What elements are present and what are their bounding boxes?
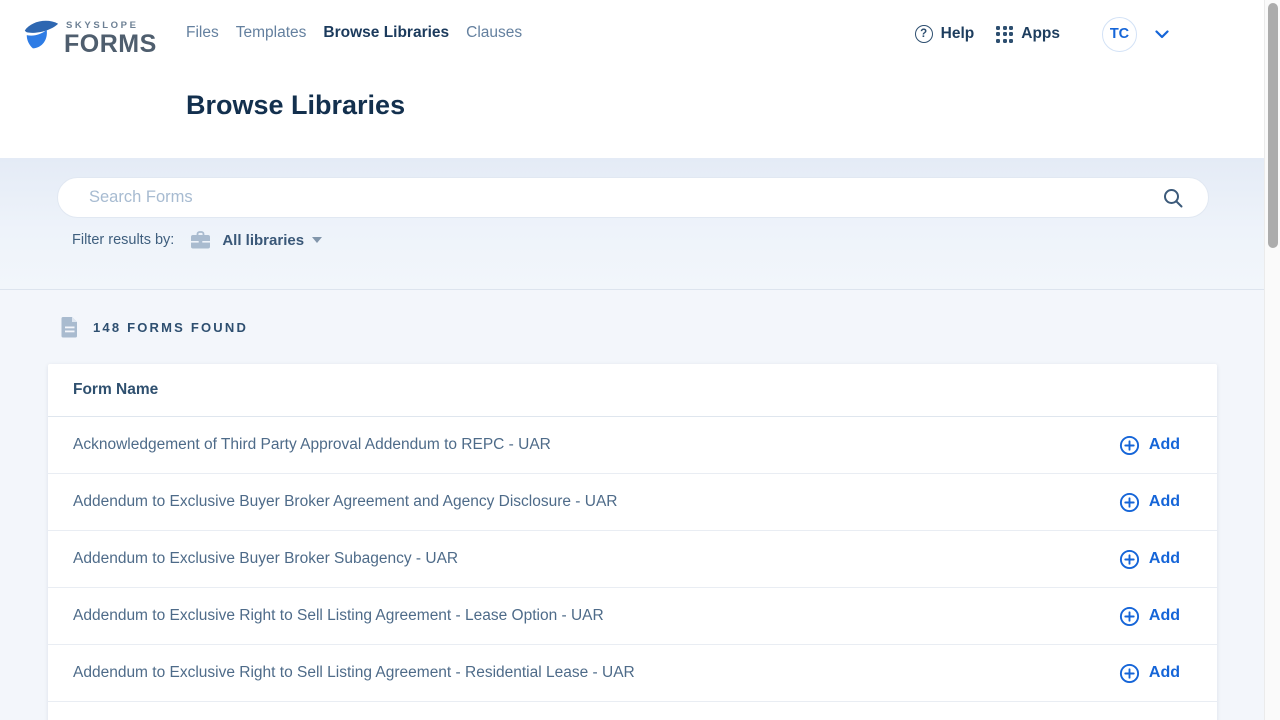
library-filter-dropdown[interactable]: All libraries [222, 232, 304, 249]
apps-button[interactable]: Apps [974, 25, 1060, 43]
page-title: Browse Libraries [186, 90, 405, 121]
form-name: Addendum to Exclusive Buyer Broker Agree… [73, 493, 617, 511]
add-form-button[interactable]: Add [1119, 606, 1180, 627]
table-row: Addendum to Exclusive Buyer Broker Agree… [48, 474, 1217, 531]
plus-circle-icon [1119, 549, 1140, 570]
scrollbar-thumb[interactable] [1268, 3, 1278, 248]
app-header: SKYSLOPE FORMS Files Templates Browse Li… [0, 0, 1264, 158]
search-section: Filter results by: All libraries [0, 158, 1264, 290]
add-form-button[interactable]: Add [1119, 549, 1180, 570]
add-button-label: Add [1149, 664, 1180, 682]
search-input[interactable] [58, 178, 1162, 217]
apps-label: Apps [1021, 25, 1060, 43]
add-button-label: Add [1149, 493, 1180, 511]
help-question-icon: ? [915, 25, 933, 43]
add-form-button[interactable]: Add [1119, 435, 1180, 456]
brand-text: SKYSLOPE FORMS [64, 21, 157, 58]
form-name: Addendum to Exclusive Right to Sell List… [73, 607, 604, 625]
forms-table: Form Name Acknowledgement of Third Party… [48, 364, 1217, 720]
skyslope-swoosh-icon [22, 18, 60, 56]
table-header-row: Form Name [48, 364, 1217, 417]
plus-circle-icon [1119, 492, 1140, 513]
search-icon[interactable] [1162, 187, 1184, 209]
nav-files[interactable]: Files [186, 24, 219, 42]
account-menu-chevron-down-icon[interactable] [1155, 30, 1169, 39]
form-name: Addendum to Exclusive Buyer Broker Subag… [73, 550, 458, 568]
caret-down-icon[interactable] [312, 237, 322, 243]
nav-clauses[interactable]: Clauses [466, 24, 522, 42]
table-row: Addendum to Exclusive Buyer Broker Subag… [48, 531, 1217, 588]
forms-found-count: 148 FORMS FOUND [93, 320, 248, 335]
filter-label: Filter results by: [72, 232, 174, 248]
nav-browse-libraries[interactable]: Browse Libraries [323, 24, 449, 42]
plus-circle-icon [1119, 435, 1140, 456]
results-summary: 148 FORMS FOUND [61, 316, 248, 338]
add-button-label: Add [1149, 607, 1180, 625]
add-form-button[interactable]: Add [1119, 663, 1180, 684]
scrollbar-track[interactable] [1264, 0, 1280, 720]
form-name: Addendum to Exclusive Right to Sell List… [73, 664, 635, 682]
main-nav: Files Templates Browse Libraries Clauses [186, 24, 522, 42]
user-avatar[interactable]: TC [1102, 17, 1137, 52]
form-name: Acknowledgement of Third Party Approval … [73, 436, 551, 454]
skyslope-forms-logo[interactable]: SKYSLOPE FORMS [22, 18, 157, 57]
table-row: Acknowledgement of Third Party Approval … [48, 417, 1217, 474]
add-button-label: Add [1149, 436, 1180, 454]
search-bar [57, 177, 1209, 218]
help-button[interactable]: ? Help [915, 25, 975, 43]
column-header-form-name: Form Name [73, 381, 158, 399]
table-row: Addendum to Exclusive Right to Sell List… [48, 588, 1217, 645]
apps-grid-icon [996, 26, 1013, 43]
table-row-partial [48, 702, 1217, 720]
nav-templates[interactable]: Templates [236, 24, 307, 42]
brand-forms: FORMS [64, 32, 157, 57]
plus-circle-icon [1119, 663, 1140, 684]
add-button-label: Add [1149, 550, 1180, 568]
filter-row: Filter results by: All libraries [72, 228, 322, 252]
plus-circle-icon [1119, 606, 1140, 627]
document-icon [61, 316, 79, 338]
table-row: Addendum to Exclusive Right to Sell List… [48, 645, 1217, 702]
help-label: Help [941, 25, 975, 43]
header-actions: ? Help Apps TC [915, 14, 1169, 54]
add-form-button[interactable]: Add [1119, 492, 1180, 513]
briefcase-icon [190, 231, 211, 250]
brand-skyslope: SKYSLOPE [66, 21, 157, 31]
